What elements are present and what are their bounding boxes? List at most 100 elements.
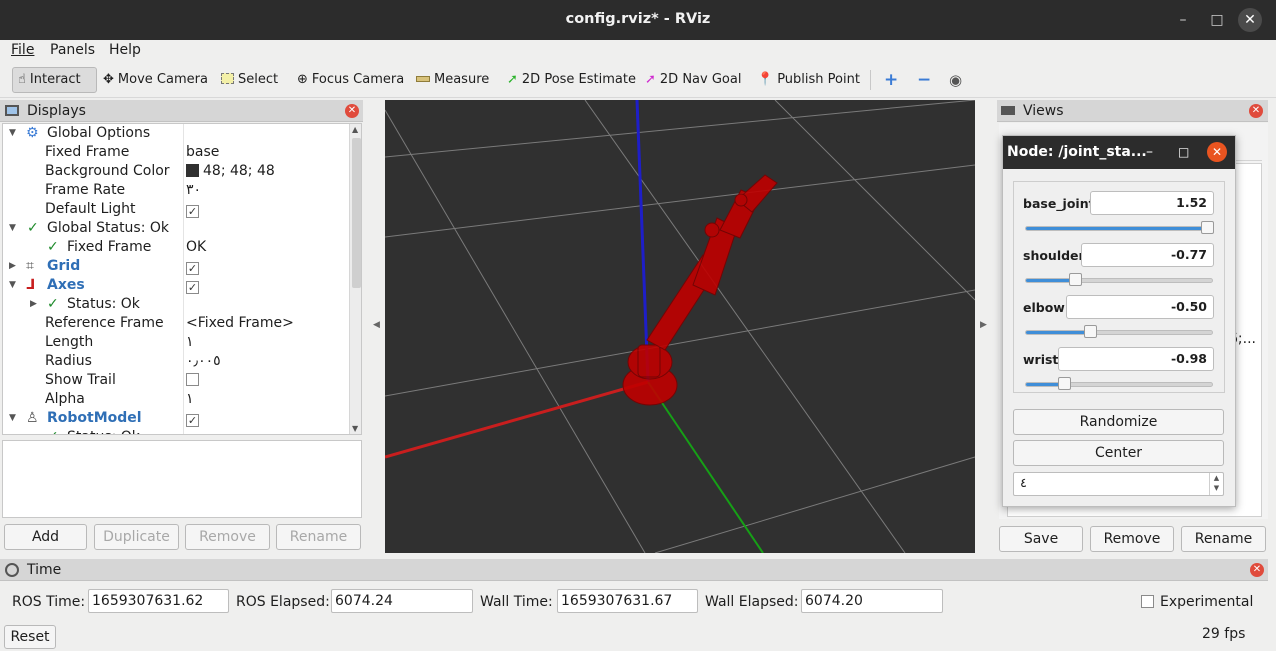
menu-help[interactable]: Help [109, 42, 141, 58]
maximize-icon[interactable]: □ [1205, 8, 1229, 32]
elbow-slider[interactable] [1025, 325, 1213, 338]
x-axis [385, 380, 649, 459]
maximize-icon[interactable]: □ [1178, 136, 1189, 169]
move-camera-tool[interactable]: ✥ Move Camera [98, 67, 213, 93]
tree-row-show-trail[interactable]: Show Trail [3, 371, 349, 390]
collapse-left-icon[interactable]: ◀ [373, 320, 380, 330]
ruler-icon [416, 76, 430, 82]
close-displays-icon[interactable]: ✕ [345, 104, 359, 118]
tree-row-alpha[interactable]: Alpha ١ [3, 390, 349, 409]
menu-panels[interactable]: Panels [50, 42, 95, 58]
tree-row-default-light[interactable]: Default Light ✓ [3, 200, 349, 219]
grid-checkbox[interactable]: ✓ [186, 262, 199, 275]
tree-row-fixed-frame[interactable]: Fixed Frame base [3, 143, 349, 162]
move-arrows-icon: ✥ [103, 72, 114, 87]
wrist-slider[interactable] [1025, 377, 1213, 390]
nav-goal-tool[interactable]: ➚ 2D Nav Goal [640, 67, 746, 93]
row-value[interactable]: base [186, 143, 219, 162]
tree-row-radius[interactable]: Radius ٠٫٠٠٥ [3, 352, 349, 371]
row-value[interactable]: 48; 48; 48 [186, 162, 275, 181]
tree-row-axes-status[interactable]: ▶ ✓ Status: Ok [3, 295, 349, 314]
close-icon[interactable]: ✕ [1238, 8, 1262, 32]
collapse-arrow-icon[interactable]: ▼ [9, 124, 16, 143]
3d-viewport[interactable] [385, 100, 975, 553]
measure-tool[interactable]: Measure [411, 67, 494, 93]
collapse-right-icon[interactable]: ▶ [980, 320, 987, 330]
minimize-icon[interactable]: – [1171, 8, 1195, 32]
tree-row-grid[interactable]: ▶ ⌗ Grid ✓ [3, 257, 349, 276]
save-view-button[interactable]: Save [999, 526, 1083, 552]
rename-display-button[interactable]: Rename [276, 524, 361, 550]
randomize-button[interactable]: Randomize [1013, 409, 1224, 435]
select-tool[interactable]: Select [216, 67, 283, 93]
wall-time-field[interactable]: 1659307631.67 [557, 589, 698, 613]
base-joint-slider[interactable] [1025, 221, 1214, 234]
expand-arrow-icon[interactable]: ▶ [9, 257, 16, 276]
tree-row-background-color[interactable]: Background Color 48; 48; 48 [3, 162, 349, 181]
robotmodel-checkbox[interactable]: ✓ [186, 414, 199, 427]
eye-icon[interactable]: ◉ [944, 67, 967, 93]
focus-camera-tool[interactable]: ⊕ Focus Camera [292, 67, 409, 93]
interact-tool[interactable]: ☝ Interact [12, 67, 97, 93]
tree-row-robotmodel[interactable]: ▼ ♙ RobotModel ✓ [3, 409, 349, 428]
reset-button[interactable]: Reset [4, 625, 56, 649]
scroll-down-icon[interactable]: ▼ [352, 424, 358, 433]
row-value[interactable]: ٠٫٠٠٥ [186, 352, 221, 371]
remove-display-button[interactable]: Remove [185, 524, 270, 550]
menu-file[interactable]: File [11, 42, 34, 58]
minimize-icon[interactable]: – [1146, 136, 1153, 169]
spinbox-arrows-icon[interactable]: ▲ ▼ [1209, 473, 1223, 495]
scrollbar-thumb[interactable] [352, 138, 361, 288]
slider-knob[interactable] [1069, 273, 1082, 286]
plus-icon[interactable]: + [879, 67, 903, 93]
remove-view-button[interactable]: Remove [1090, 526, 1174, 552]
slider-knob[interactable] [1201, 221, 1214, 234]
elbow-value[interactable]: -0.50 [1066, 295, 1214, 319]
ros-time-field[interactable]: 1659307631.62 [88, 589, 229, 613]
collapse-arrow-icon[interactable]: ▼ [9, 276, 16, 295]
displays-scrollbar[interactable]: ▲ ▼ [349, 124, 361, 434]
show-trail-checkbox[interactable] [186, 373, 199, 386]
tree-row-status-fixed-frame[interactable]: ✓ Fixed Frame OK [3, 238, 349, 257]
slider-knob[interactable] [1058, 377, 1071, 390]
row-value[interactable]: ١ [186, 390, 194, 409]
scroll-up-icon[interactable]: ▲ [352, 125, 358, 134]
tree-row-robot-status[interactable]: ✓ Status: Ok [3, 428, 349, 434]
expand-arrow-icon[interactable]: ▶ [30, 295, 37, 314]
close-views-icon[interactable]: ✕ [1249, 104, 1263, 118]
rename-view-button[interactable]: Rename [1181, 526, 1266, 552]
experimental-checkbox[interactable] [1141, 595, 1154, 608]
tree-row-global-options[interactable]: ▼ ⚙ Global Options [3, 124, 349, 143]
ros-elapsed-field[interactable]: 6074.24 [331, 589, 473, 613]
shoulder-slider[interactable] [1025, 273, 1213, 286]
hand-pointer-icon: ☝ [18, 72, 26, 87]
displays-tree[interactable]: ▼ ⚙ Global Options Fixed Frame base Back… [2, 123, 362, 435]
wall-elapsed-field[interactable]: 6074.20 [801, 589, 943, 613]
row-value[interactable]: ١ [186, 333, 194, 352]
check-icon: ✓ [47, 296, 59, 312]
publish-point-tool[interactable]: 📍 Publish Point [752, 67, 865, 93]
close-icon[interactable]: ✕ [1207, 142, 1227, 162]
wrist-value[interactable]: -0.98 [1058, 347, 1214, 371]
slider-knob[interactable] [1084, 325, 1097, 338]
base-joint-value[interactable]: 1.52 [1090, 191, 1214, 215]
tree-row-frame-rate[interactable]: Frame Rate ٣٠ [3, 181, 349, 200]
tree-row-length[interactable]: Length ١ [3, 333, 349, 352]
axes-checkbox[interactable]: ✓ [186, 281, 199, 294]
collapse-arrow-icon[interactable]: ▼ [9, 219, 16, 238]
row-value[interactable]: <Fixed Frame> [186, 314, 294, 333]
center-button[interactable]: Center [1013, 440, 1224, 466]
tree-row-axes[interactable]: ▼ ⅃ Axes ✓ [3, 276, 349, 295]
tree-row-reference-frame[interactable]: Reference Frame <Fixed Frame> [3, 314, 349, 333]
default-light-checkbox[interactable]: ✓ [186, 205, 199, 218]
pose-estimate-tool[interactable]: ➚ 2D Pose Estimate [502, 67, 641, 93]
row-value[interactable]: ٣٠ [186, 181, 201, 200]
duplicate-button[interactable]: Duplicate [94, 524, 179, 550]
spinbox[interactable]: ٤ ▲ ▼ [1013, 472, 1224, 496]
shoulder-value[interactable]: -0.77 [1081, 243, 1214, 267]
close-time-icon[interactable]: ✕ [1250, 563, 1264, 577]
add-button[interactable]: Add [4, 524, 87, 550]
collapse-arrow-icon[interactable]: ▼ [9, 409, 16, 428]
tree-row-global-status[interactable]: ▼ ✓ Global Status: Ok [3, 219, 349, 238]
minus-icon[interactable]: − [912, 67, 936, 93]
